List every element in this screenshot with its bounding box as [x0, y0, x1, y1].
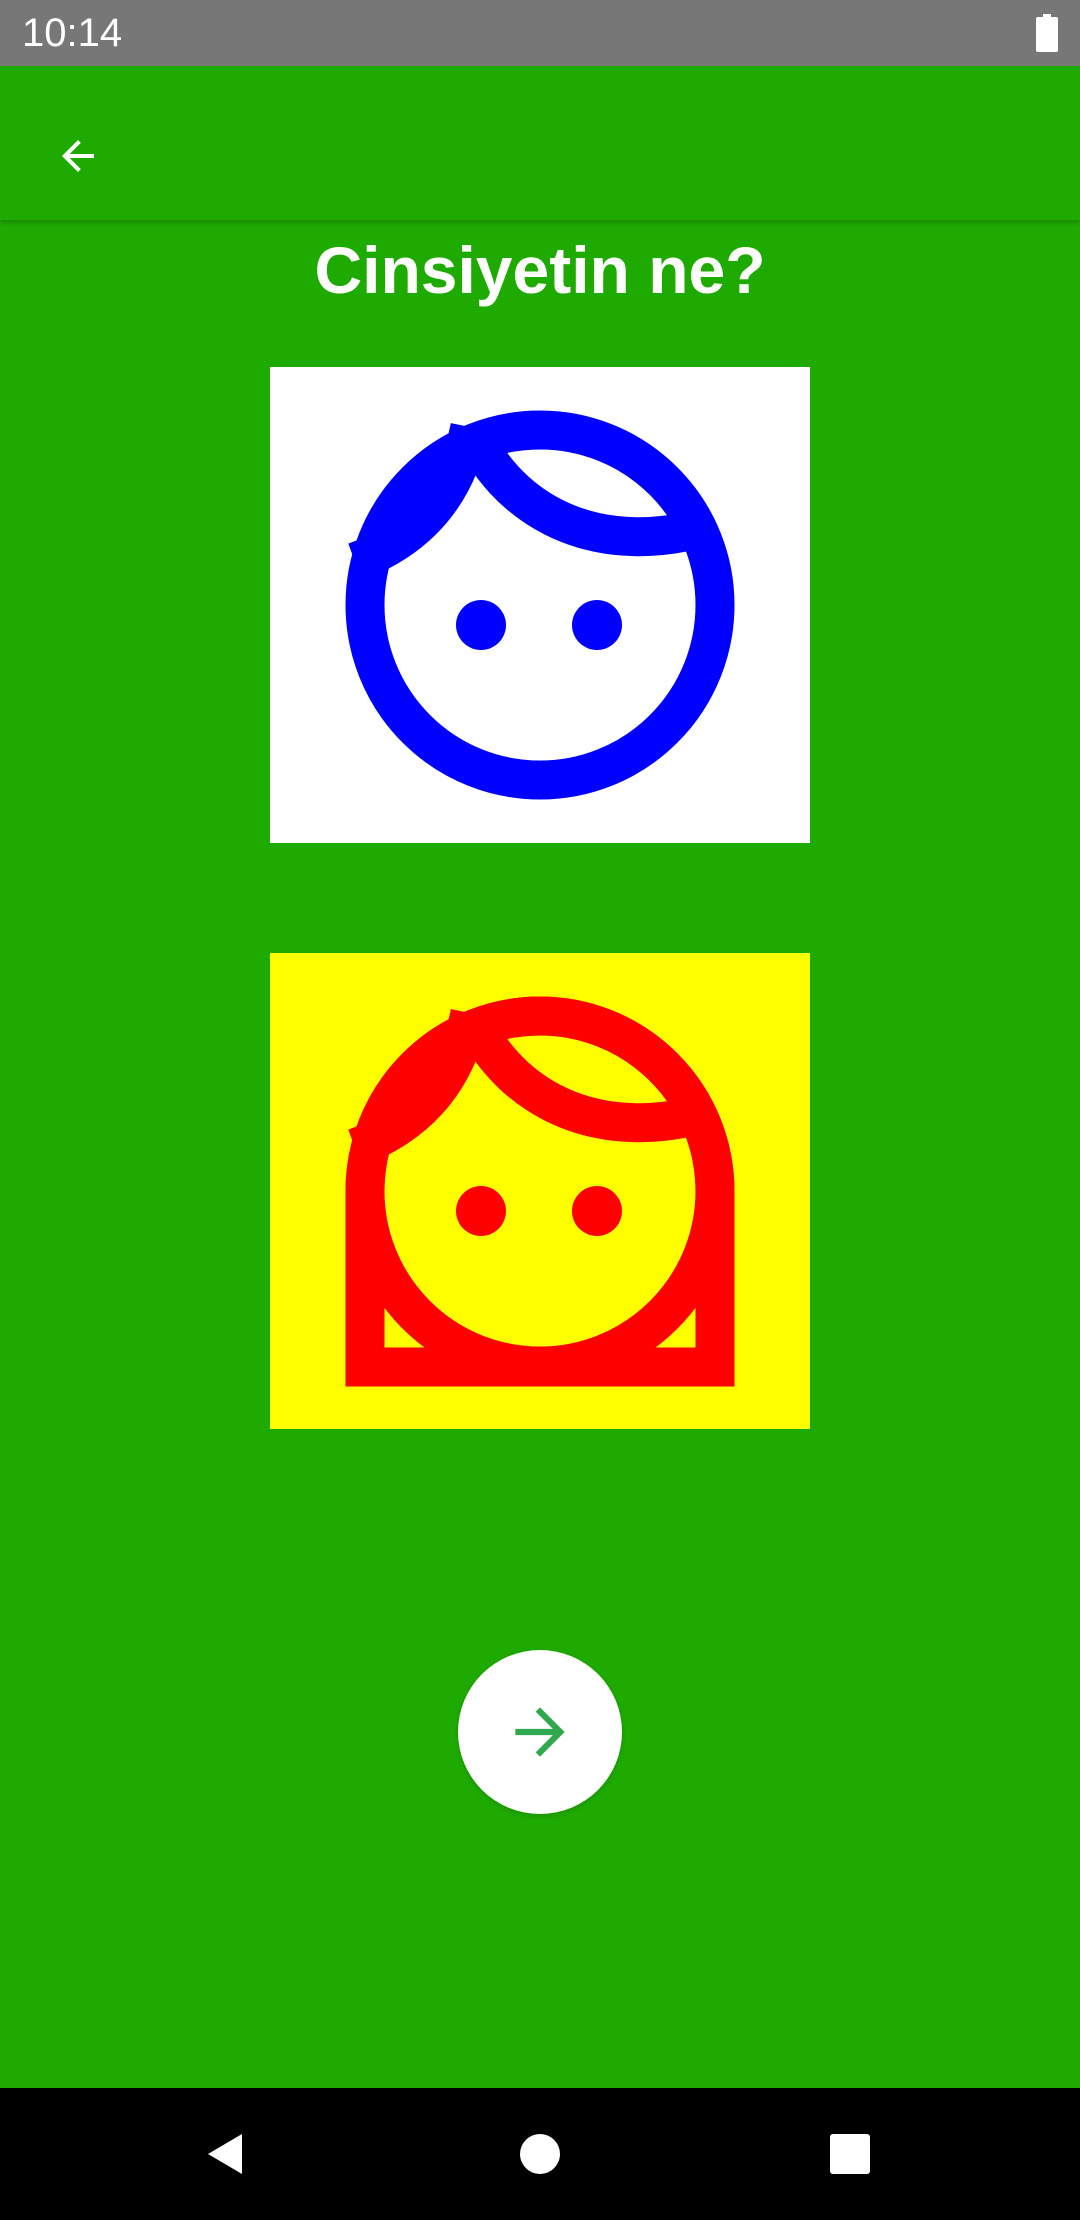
screen: 10:14 Cinsiyetin ne?	[0, 0, 1080, 2220]
gender-option-male[interactable]	[270, 367, 810, 843]
page-title: Cinsiyetin ne?	[314, 233, 766, 307]
arrow-back-icon	[62, 140, 94, 172]
nav-home-circle-icon	[520, 2134, 560, 2174]
status-bar: 10:14	[0, 0, 1080, 66]
girl-face-icon	[270, 953, 810, 1429]
nav-recents-square-icon	[830, 2134, 870, 2174]
boy-face-icon	[270, 367, 810, 843]
gender-option-female[interactable]	[270, 953, 810, 1429]
battery-full-icon	[1036, 14, 1058, 52]
status-time: 10:14	[22, 11, 123, 55]
nav-back-triangle-icon	[208, 2134, 242, 2174]
back-button[interactable]	[30, 108, 126, 204]
arrow-forward-icon	[515, 1707, 565, 1757]
next-button[interactable]	[458, 1650, 622, 1814]
app-bar	[0, 66, 1080, 220]
nav-back-button[interactable]	[180, 2108, 272, 2200]
nav-recents-button[interactable]	[804, 2108, 896, 2200]
navigation-bar	[0, 2088, 1080, 2220]
nav-home-button[interactable]	[494, 2108, 586, 2200]
